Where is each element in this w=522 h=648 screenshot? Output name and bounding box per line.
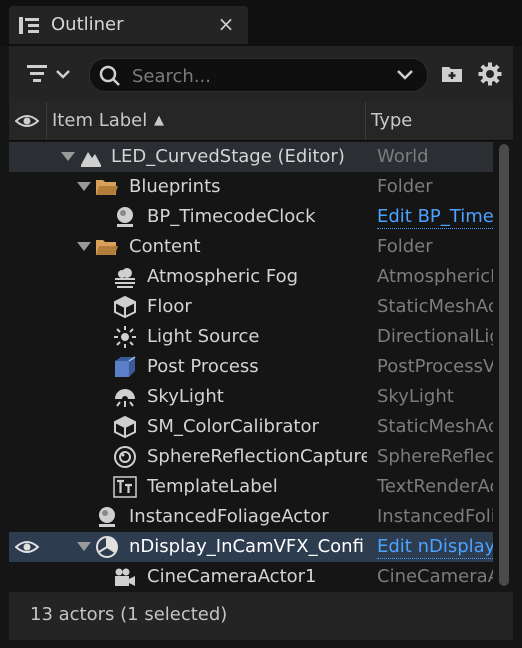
column-type[interactable]: Type: [371, 102, 412, 140]
filter-button[interactable]: [27, 62, 77, 88]
tab-outliner[interactable]: Outliner ×: [9, 6, 248, 44]
row-type: InstancedFoliageActor: [377, 506, 493, 527]
actor-icon: [117, 207, 133, 227]
row-type: SphereReflectionCapture: [377, 446, 493, 467]
row-label: LED_CurvedStage (Editor): [111, 146, 345, 167]
column-divider[interactable]: [365, 102, 366, 140]
outliner-panel: Outliner × Search... Item Label ▲ Type L…: [0, 0, 522, 648]
row-label: InstancedFoliageActor: [129, 506, 329, 527]
text-render-icon: [113, 476, 137, 498]
expand-arrow-icon[interactable]: [77, 542, 91, 551]
folder-icon: [96, 180, 118, 195]
search-icon: [99, 65, 120, 86]
static-mesh-icon: [114, 415, 136, 439]
row-label: Light Source: [147, 326, 260, 347]
ndisplay-icon: [96, 536, 118, 558]
row-label: Blueprints: [129, 176, 221, 197]
outliner-toolbar: [9, 46, 513, 102]
tree-row-actor[interactable]: BP_TimecodeClock Edit BP_TimecodeClock: [9, 202, 493, 232]
add-folder-icon: [442, 67, 462, 82]
tree-row-world[interactable]: LED_CurvedStage (Editor) World: [9, 142, 493, 172]
row-label: Floor: [147, 296, 192, 317]
row-type: StaticMeshActor: [377, 296, 493, 317]
camera-icon: [115, 568, 135, 586]
filter-icon: [27, 65, 70, 82]
row-type: Folder: [377, 176, 433, 197]
tree-row-actor[interactable]: SkyLight SkyLight: [9, 382, 493, 412]
edit-blueprint-link[interactable]: Edit BP_TimecodeClock: [377, 206, 493, 229]
row-type: AtmosphericFog: [377, 266, 493, 287]
tree-row-folder[interactable]: Content Folder: [9, 232, 493, 262]
edit-ndisplay-link[interactable]: Edit nDisplay_InCamVFX_Config: [377, 536, 493, 559]
chevron-down-icon[interactable]: [396, 68, 414, 82]
expand-arrow-icon[interactable]: [77, 182, 91, 191]
vertical-scrollbar[interactable]: [497, 142, 511, 588]
tab-strip: Outliner ×: [0, 0, 522, 46]
status-bar: 13 actors (1 selected): [9, 592, 513, 640]
tree-row-actor[interactable]: Light Source DirectionalLight: [9, 322, 493, 352]
row-label: BP_TimecodeClock: [147, 206, 316, 227]
post-process-icon: [115, 356, 136, 377]
level-icon: [81, 152, 101, 167]
tree-row-actor[interactable]: TemplateLabel TextRenderActor: [9, 472, 493, 502]
row-label: nDisplay_InCamVFX_Config: [129, 536, 365, 557]
row-type: DirectionalLight: [377, 326, 493, 347]
row-type: StaticMeshActor: [377, 416, 493, 437]
search-box: [89, 58, 428, 92]
tree-row-actor[interactable]: InstancedFoliageActor InstancedFoliageAc…: [9, 502, 493, 532]
row-type: TextRenderActor: [377, 476, 493, 497]
row-type: Folder: [377, 236, 433, 257]
row-label: SphereReflectionCapture: [147, 446, 367, 467]
close-icon[interactable]: ×: [215, 12, 237, 36]
expand-arrow-icon[interactable]: [61, 152, 75, 161]
outliner-icon: [19, 17, 39, 34]
row-label: Content: [129, 236, 201, 257]
tree-row-actor[interactable]: SphereReflectionCapture SphereReflection…: [9, 442, 493, 472]
column-item-label[interactable]: Item Label: [52, 102, 147, 140]
column-divider[interactable]: [46, 102, 47, 140]
tree-row-actor[interactable]: CineCameraActor1 CineCameraActor: [9, 562, 493, 592]
row-label: SkyLight: [147, 386, 224, 407]
actor-tree: LED_CurvedStage (Editor) World Blueprint…: [9, 142, 493, 592]
sort-ascending-icon[interactable]: ▲: [154, 102, 164, 140]
expand-arrow-icon[interactable]: [77, 242, 91, 251]
row-label: Atmospheric Fog: [147, 266, 299, 287]
tree-row-actor[interactable]: SM_ColorCalibrator StaticMeshActor: [9, 412, 493, 442]
gear-icon: [478, 62, 502, 86]
row-label: Post Process: [147, 356, 259, 377]
fog-icon: [115, 268, 135, 288]
settings-button[interactable]: [478, 62, 502, 86]
column-header: Item Label ▲ Type: [9, 102, 513, 141]
row-label: SM_ColorCalibrator: [147, 416, 319, 437]
eye-icon[interactable]: [15, 112, 39, 130]
tree-row-actor[interactable]: Post Process PostProcessVolume: [9, 352, 493, 382]
add-folder-button[interactable]: [441, 62, 465, 86]
search-input[interactable]: [130, 63, 396, 89]
folder-icon: [96, 240, 118, 255]
row-type: SkyLight: [377, 386, 454, 407]
static-mesh-icon: [114, 295, 136, 319]
actor-count: 13 actors (1 selected): [30, 604, 228, 625]
row-label: TemplateLabel: [147, 476, 278, 497]
row-type: World: [377, 146, 429, 167]
row-label: CineCameraActor1: [147, 566, 317, 587]
row-type: PostProcessVolume: [377, 356, 493, 377]
eye-icon[interactable]: [15, 537, 39, 557]
tab-title: Outliner: [51, 14, 124, 35]
directional-light-icon: [114, 326, 136, 348]
skylight-icon: [115, 389, 135, 407]
tree-row-folder[interactable]: Blueprints Folder: [9, 172, 493, 202]
tree-row-actor[interactable]: Floor StaticMeshActor: [9, 292, 493, 322]
tree-row-actor[interactable]: Atmospheric Fog AtmosphericFog: [9, 262, 493, 292]
reflection-capture-icon: [114, 446, 136, 468]
row-type: CineCameraActor: [377, 566, 493, 587]
actor-icon: [99, 507, 115, 527]
scrollbar-thumb[interactable]: [499, 144, 509, 586]
tree-row-selected[interactable]: nDisplay_InCamVFX_Config Edit nDisplay_I…: [9, 532, 493, 562]
